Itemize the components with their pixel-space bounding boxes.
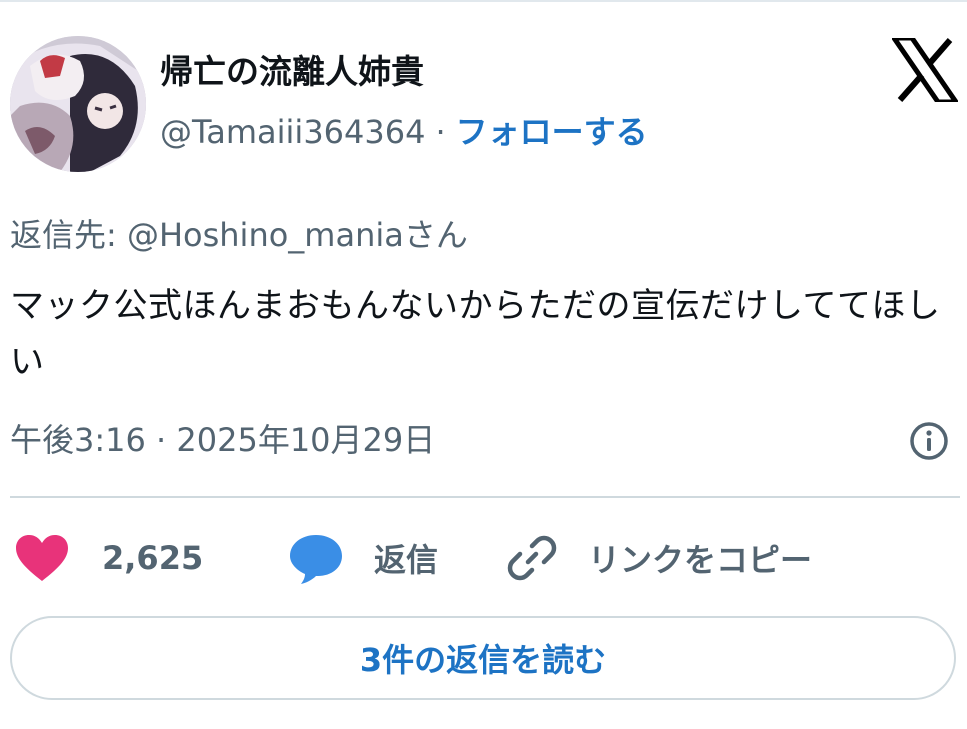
top-border: [0, 0, 967, 2]
divider: [10, 496, 960, 498]
like-button[interactable]: 2,625: [14, 528, 203, 588]
action-bar: 2,625 返信 リンクをコピー: [10, 528, 960, 588]
speech-bubble-icon: [290, 535, 342, 584]
read-replies-button[interactable]: 3件の返信を読む: [10, 616, 956, 700]
link-icon: [507, 535, 557, 581]
tweet-text: マック公式ほんまおもんないからただの宣伝だけしててほしい: [10, 286, 941, 382]
separator-dot: ·: [435, 113, 446, 151]
avatar-image: [10, 36, 146, 172]
display-name[interactable]: 帰亡の流離人姉貴: [160, 50, 424, 94]
copy-link-button[interactable]: リンクをコピー: [506, 528, 812, 588]
info-icon[interactable]: [908, 420, 950, 462]
heart-icon: [16, 535, 68, 581]
handle-row: @Tamaiii364364 · フォローする: [160, 110, 648, 154]
follow-button[interactable]: フォローする: [456, 113, 648, 151]
avatar[interactable]: [10, 36, 146, 172]
reply-button[interactable]: 返信: [288, 528, 438, 588]
reply-to-label[interactable]: 返信先: @Hoshino_maniaさん: [10, 213, 468, 257]
like-count: 2,625: [102, 539, 204, 577]
user-handle[interactable]: @Tamaiii364364: [160, 113, 425, 151]
copy-link-label: リンクをコピー: [588, 541, 813, 579]
x-logo-icon[interactable]: [889, 35, 961, 105]
reply-label: 返信: [374, 541, 439, 579]
tweet-timestamp[interactable]: 午後3:16 · 2025年10月29日: [10, 418, 435, 462]
